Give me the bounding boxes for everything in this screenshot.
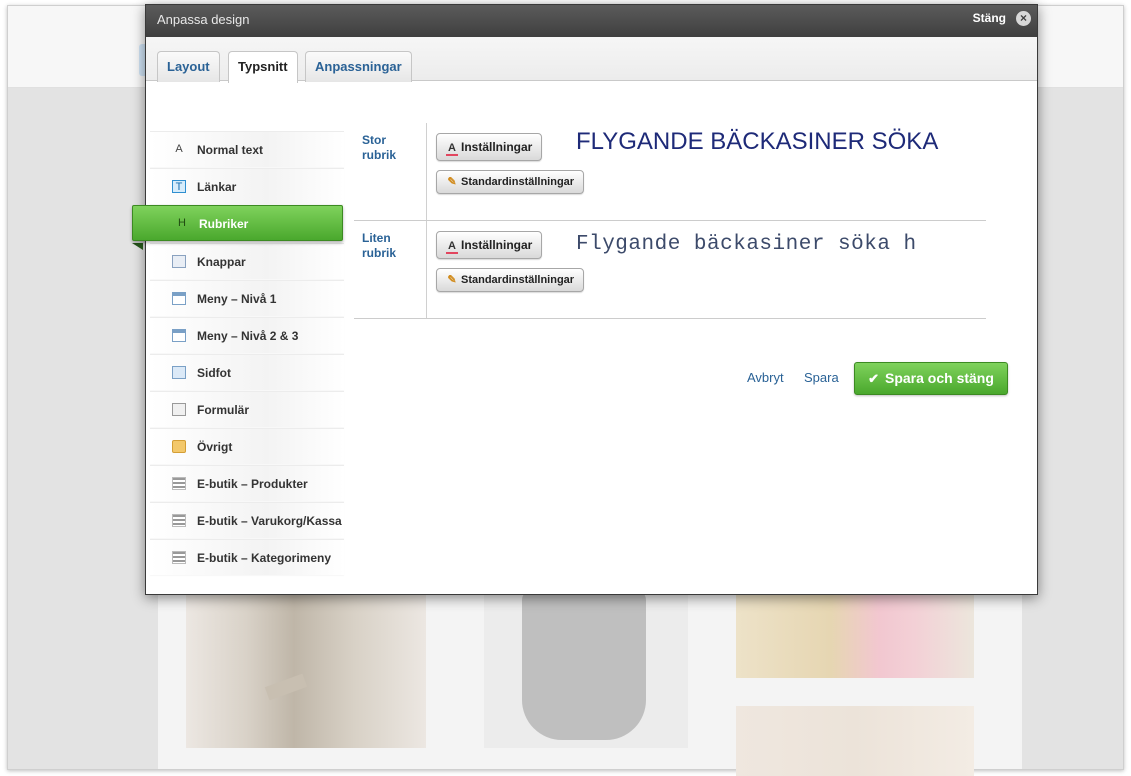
large-heading-preview: FLYGANDE BÄCKASINER SÖKA xyxy=(576,128,939,155)
product-image-chair xyxy=(736,590,974,678)
product-image-coat xyxy=(186,590,426,748)
font-settings-icon: A xyxy=(446,241,458,254)
link-icon: T xyxy=(172,180,186,193)
close-icon[interactable]: × xyxy=(1016,11,1031,26)
row-label-line: rubrik xyxy=(362,246,397,260)
check-icon: ✔ xyxy=(868,371,879,386)
heading-icon: H xyxy=(178,217,186,229)
button-label: Standardinställningar xyxy=(461,176,575,188)
tab-bar: Layout Typsnitt Anpassningar xyxy=(146,37,1037,83)
sidebar-item-label: Sidfot xyxy=(197,366,231,380)
sidebar-item-label: E-butik – Kategorimeny xyxy=(197,551,332,565)
sidebar-item-menu-level-2-3[interactable]: Meny – Nivå 2 & 3 xyxy=(150,317,344,353)
row-label-line: Liten xyxy=(362,231,391,245)
sidebar-item-headings[interactable]: H Rubriker xyxy=(132,205,343,241)
sidebar-item-label: Normal text xyxy=(197,143,264,157)
tab-layout[interactable]: Layout xyxy=(157,51,220,82)
product-image-portrait xyxy=(736,706,974,776)
sidebar-item-label: Knappar xyxy=(197,255,246,269)
sidebar-item-label: Formulär xyxy=(197,403,250,417)
broom-icon: ✎ xyxy=(447,274,457,286)
row-label-line: Stor xyxy=(362,133,386,147)
button-label: Spara och stäng xyxy=(884,370,994,386)
list-icon xyxy=(172,551,186,564)
row-divider xyxy=(426,123,427,220)
font-icon: A xyxy=(175,143,183,155)
sidebar-item-label: Länkar xyxy=(197,180,237,194)
sidebar-item-menu-level-1[interactable]: Meny – Nivå 1 xyxy=(150,280,344,316)
tab-anpassningar[interactable]: Anpassningar xyxy=(305,51,412,82)
sidebar-item-label: E-butik – Produkter xyxy=(197,477,308,491)
row-divider xyxy=(426,221,427,318)
save-and-close-button[interactable]: ✔ Spara och stäng xyxy=(854,362,1008,395)
small-heading-preview: Flygande bäckasiner söka h xyxy=(576,233,917,256)
product-image-dress xyxy=(484,590,688,748)
small-heading-row: Liten rubrik A Inställningar ✎ Standardins… xyxy=(354,221,986,319)
small-heading-default-button[interactable]: ✎ Standardinställningar xyxy=(436,268,585,292)
sidebar-item-forms[interactable]: Formulär xyxy=(150,391,344,427)
sidebar-item-shop-cart[interactable]: E-butik – Varukorg/Kassa xyxy=(150,502,344,538)
sidebar-item-buttons[interactable]: Knappar xyxy=(150,243,344,279)
active-item-notch xyxy=(132,243,143,250)
close-button[interactable]: Stäng xyxy=(973,11,1006,25)
form-icon xyxy=(172,403,186,416)
list-icon xyxy=(172,514,186,527)
cancel-link[interactable]: Avbryt xyxy=(747,370,784,385)
list-icon xyxy=(172,477,186,490)
small-heading-label: Liten rubrik xyxy=(362,231,422,261)
sidebar-item-other[interactable]: Övrigt xyxy=(150,428,344,464)
menu-icon xyxy=(172,329,186,342)
sidebar-item-label: Övrigt xyxy=(197,440,233,454)
customize-design-dialog: Anpassa design Stäng × Layout Typsnitt A… xyxy=(132,4,1038,595)
font-category-sidebar: A Normal text T Länkar H Rubriker Knappa… xyxy=(132,101,344,581)
large-heading-row: Stor rubrik A Inställningar ✎ Standardinst… xyxy=(354,123,986,221)
sidebar-item-normal-text[interactable]: A Normal text xyxy=(150,131,344,167)
large-heading-default-button[interactable]: ✎ Standardinställningar xyxy=(436,170,585,194)
large-heading-settings-button[interactable]: A Inställningar xyxy=(436,133,543,161)
sidebar-item-label: Meny – Nivå 1 xyxy=(197,292,277,306)
sidebar-item-footer[interactable]: Sidfot xyxy=(150,354,344,390)
sidebar-item-label: Meny – Nivå 2 & 3 xyxy=(197,329,299,343)
large-heading-label: Stor rubrik xyxy=(362,133,422,163)
small-heading-settings-button[interactable]: A Inställningar xyxy=(436,231,543,259)
sidebar-item-label: Rubriker xyxy=(199,217,249,231)
save-link[interactable]: Spara xyxy=(804,370,839,385)
menu-icon xyxy=(172,292,186,305)
button-icon xyxy=(172,255,186,268)
button-label: Inställningar xyxy=(461,140,533,154)
footer-icon xyxy=(172,366,186,379)
tab-typsnitt[interactable]: Typsnitt xyxy=(228,51,298,83)
dialog-titlebar: Anpassa design Stäng × xyxy=(146,5,1037,37)
sidebar-item-label: E-butik – Varukorg/Kassa xyxy=(197,514,342,528)
folder-icon xyxy=(172,440,186,453)
font-settings-icon: A xyxy=(446,143,458,156)
button-label: Inställningar xyxy=(461,238,533,252)
dialog-title: Anpassa design xyxy=(157,12,250,27)
row-label-line: rubrik xyxy=(362,148,397,162)
broom-icon: ✎ xyxy=(447,176,457,188)
sidebar-item-shop-products[interactable]: E-butik – Produkter xyxy=(150,465,344,501)
button-label: Standardinställningar xyxy=(461,274,575,286)
sidebar-item-links[interactable]: T Länkar xyxy=(150,168,344,204)
sidebar-item-shop-category-menu[interactable]: E-butik – Kategorimeny xyxy=(150,539,344,575)
